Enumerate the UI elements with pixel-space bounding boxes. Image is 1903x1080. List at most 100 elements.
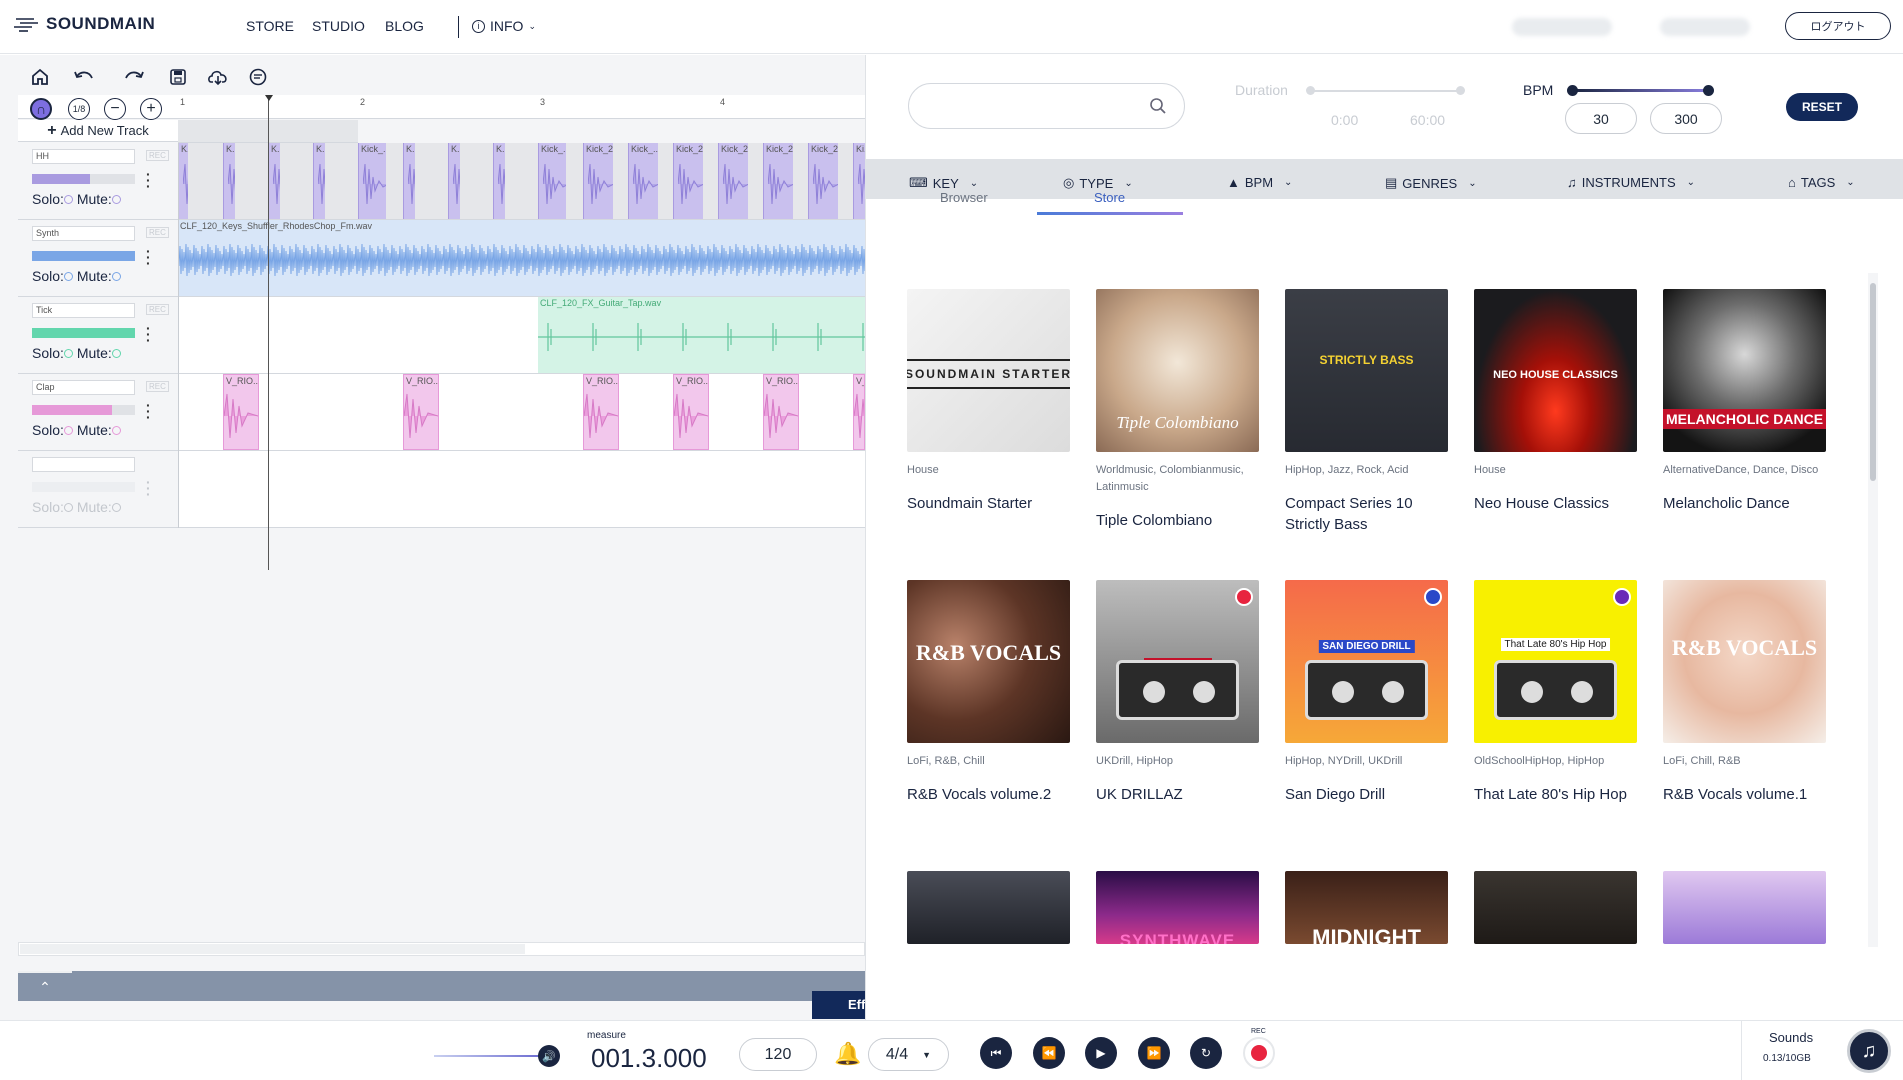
tags-filter-dropdown[interactable]: ⌂ TAGS ⌄ <box>1788 175 1855 190</box>
bpm-slider-track[interactable] <box>1572 89 1711 92</box>
scrollbar-thumb[interactable] <box>20 944 525 954</box>
nav-blog-link[interactable]: BLOG <box>385 18 424 34</box>
zoom-in-button[interactable]: + <box>140 98 162 120</box>
search-input[interactable] <box>908 83 1185 129</box>
save-icon[interactable] <box>166 65 190 89</box>
product-card[interactable]: R&B VOCALS LoFi, Chill, R&B R&B Vocals vol… <box>1663 580 1826 805</box>
nav-store-link[interactable]: STORE <box>246 18 294 34</box>
product-cover-image[interactable]: NEO HOUSE CLASSICS <box>1474 289 1637 452</box>
lane-tick[interactable]: CLF_120_FX_Guitar_Tap.wav <box>178 297 865 374</box>
instruments-filter-dropdown[interactable]: ♫ INSTRUMENTS ⌄ <box>1567 175 1695 190</box>
audio-clip-hh[interactable]: Kick_2.. <box>808 143 838 219</box>
audio-clip-hh[interactable]: Kick_.. <box>358 143 386 219</box>
product-card[interactable]: MELANCHOLIC DANCE AlternativeDance, Dance… <box>1663 289 1826 514</box>
track-rec-badge[interactable]: REC <box>146 150 169 161</box>
search-icon[interactable] <box>1149 97 1167 120</box>
zoom-out-button[interactable]: − <box>104 98 126 120</box>
product-cover-image[interactable]: MIDNIGHT <box>1285 871 1448 944</box>
effects-tab[interactable]: Eff <box>812 991 865 1019</box>
audio-clip-hh[interactable]: Kick_2.. <box>763 143 793 219</box>
nav-studio-link[interactable]: STUDIO <box>312 18 365 34</box>
magnet-snap-icon[interactable]: ∩ <box>30 98 52 120</box>
product-cover-image[interactable]: MELANCHOLIC DANCE <box>1663 289 1826 452</box>
playhead[interactable] <box>268 95 269 570</box>
solo-toggle[interactable] <box>63 503 73 512</box>
duration-slider-track[interactable] <box>1310 90 1459 92</box>
tab-browser[interactable]: Browser <box>940 190 988 205</box>
mute-toggle[interactable] <box>111 272 121 281</box>
audio-clip-hh[interactable]: K.. <box>448 143 460 219</box>
volume-meter[interactable] <box>32 174 135 184</box>
cloud-download-icon[interactable] <box>206 65 230 89</box>
metronome-bell-icon[interactable]: 🔔 <box>834 1041 861 1067</box>
product-cover-image[interactable]: R&B VOCALS <box>1663 580 1826 743</box>
product-card[interactable]: R&B VOCALS LoFi, R&B, Chill R&B Vocals vol… <box>907 580 1070 805</box>
home-icon[interactable] <box>28 65 52 89</box>
audio-clip-hh[interactable]: Kick_2.. <box>718 143 748 219</box>
key-filter-dropdown[interactable]: ⌨ KEY ⌄ <box>909 175 978 191</box>
track-name-field[interactable] <box>32 457 135 472</box>
solo-toggle[interactable] <box>63 272 73 281</box>
product-cover-image[interactable]: That Late 80's Hip Hop <box>1474 580 1637 743</box>
solo-toggle[interactable] <box>63 195 73 204</box>
product-title[interactable]: Melancholic Dance <box>1663 493 1826 514</box>
product-card[interactable] <box>1663 871 1826 944</box>
product-cover-image[interactable]: SOUNDMAIN STARTER <box>907 289 1070 452</box>
music-library-icon[interactable]: ♫ <box>1847 1029 1891 1073</box>
bpm-max-input[interactable]: 300 <box>1650 103 1722 134</box>
product-card[interactable]: SYNTHWAVE <box>1096 871 1259 944</box>
product-card[interactable]: UK DRILLAZ UKDrill, HipHop UK DRILLAZ <box>1096 580 1259 805</box>
volume-meter[interactable] <box>32 482 135 492</box>
mute-toggle[interactable] <box>111 195 121 204</box>
volume-meter[interactable] <box>32 405 135 415</box>
product-title[interactable]: Soundmain Starter <box>907 493 1070 514</box>
track-name-field[interactable]: Tick <box>32 303 135 318</box>
product-title[interactable]: R&B Vocals volume.1 <box>1663 784 1826 805</box>
product-cover-image[interactable] <box>907 871 1070 944</box>
bpm-slider-max-handle[interactable] <box>1703 85 1714 96</box>
product-cover-image[interactable]: Tiple Colombiano <box>1096 289 1259 452</box>
audio-clip-hh[interactable]: K.. <box>313 143 325 219</box>
audio-clip-hh[interactable]: K.. <box>403 143 415 219</box>
audio-clip-clap[interactable]: V_RIO... <box>403 374 439 450</box>
redo-icon[interactable] <box>122 65 146 89</box>
track-rec-badge[interactable]: REC <box>146 304 169 315</box>
track-menu-icon[interactable]: · · · <box>146 475 151 501</box>
soundmain-logo[interactable]: SOUNDMAIN <box>14 14 155 34</box>
mute-toggle[interactable] <box>111 503 121 512</box>
product-card[interactable]: That Late 80's Hip Hop OldSchoolHipHop, H… <box>1474 580 1637 805</box>
track-menu-icon[interactable]: · · · <box>146 244 151 270</box>
speaker-icon[interactable]: 🔊 <box>538 1045 560 1067</box>
product-cover-image[interactable] <box>1474 871 1637 944</box>
track-name-field[interactable]: HH <box>32 149 135 164</box>
track-rec-badge[interactable]: REC <box>146 227 169 238</box>
lane-hh[interactable]: K.. K.. K.. K.. Kick_.. K.. K.. K.. Kick_.. Kick_… <box>178 143 865 220</box>
track-name-field[interactable]: Clap <box>32 380 135 395</box>
lane-clap[interactable]: V_RIO... V_RIO... V_RIO... V_RIO... V_RIO...… <box>178 374 865 451</box>
volume-meter[interactable] <box>32 251 135 261</box>
product-cover-image[interactable]: STRICTLY BASS <box>1285 289 1448 452</box>
solo-toggle[interactable] <box>63 349 73 358</box>
track-menu-icon[interactable]: · · · <box>146 398 151 424</box>
volume-meter[interactable] <box>32 328 135 338</box>
product-title[interactable]: Neo House Classics <box>1474 493 1637 514</box>
rewind-icon[interactable]: ⏪ <box>1033 1037 1065 1069</box>
audio-clip-hh[interactable]: K.. <box>493 143 505 219</box>
product-title[interactable]: San Diego Drill <box>1285 784 1448 805</box>
loop-icon[interactable]: ↻ <box>1190 1037 1222 1069</box>
tab-store[interactable]: Store <box>1094 190 1125 205</box>
duration-slider-min-handle[interactable] <box>1306 86 1315 95</box>
product-cover-image[interactable]: UK DRILLAZ <box>1096 580 1259 743</box>
bpm-filter-dropdown[interactable]: ▲ BPM ⌄ <box>1227 175 1292 190</box>
solo-toggle[interactable] <box>63 426 73 435</box>
audio-clip-clap[interactable]: V_RIO... <box>583 374 619 450</box>
product-title[interactable]: That Late 80's Hip Hop <box>1474 784 1637 805</box>
track-name-field[interactable]: Synth <box>32 226 135 241</box>
product-card[interactable]: Tiple Colombiano Worldmusic, Colombianmus… <box>1096 289 1259 531</box>
product-title[interactable]: Tiple Colombiano <box>1096 510 1259 531</box>
product-card[interactable]: STRICTLY BASS HipHop, Jazz, Rock, Acid Com… <box>1285 289 1448 535</box>
audio-clip-hh[interactable]: K.. <box>268 143 280 219</box>
reset-button[interactable]: RESET <box>1786 93 1858 121</box>
comment-icon[interactable] <box>246 65 270 89</box>
product-card[interactable] <box>1474 871 1637 944</box>
